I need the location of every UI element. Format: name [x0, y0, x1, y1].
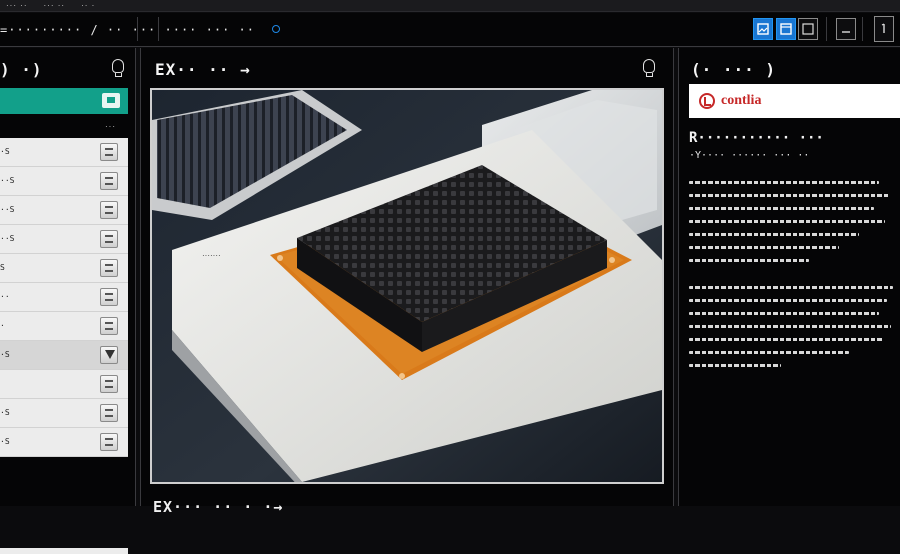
- window-button[interactable]: [798, 18, 818, 40]
- article-paragraph: [689, 286, 895, 377]
- divider: [158, 17, 159, 41]
- minimize-icon: [842, 31, 850, 33]
- article-subheading: ·Y···· ······ ··· ··: [689, 150, 810, 161]
- list-footer: [0, 548, 128, 554]
- left-panel-title: ) ·): [0, 60, 43, 79]
- divider: [862, 17, 863, 41]
- expand-icon[interactable]: [100, 346, 118, 364]
- list-item[interactable]: ·S: [0, 399, 128, 428]
- right-panel-title: (· ··· ): [691, 60, 777, 79]
- toolbar: =········· / ·· ··· ···· ··· ··: [0, 13, 900, 47]
- menu-icon[interactable]: [100, 433, 118, 451]
- board-marking: ·······: [202, 251, 221, 260]
- list-item[interactable]: ··S: [0, 196, 128, 225]
- brand-name: contlia: [721, 93, 762, 108]
- list-header: ···: [0, 120, 128, 134]
- list-item-label: ·S: [0, 147, 10, 156]
- menu-icon[interactable]: [100, 317, 118, 335]
- list-item-label: ·S: [0, 437, 10, 446]
- left-panel: ) ·) ··· ·S ··S ··S ··S S ·· · ·S ·S ·S: [0, 48, 136, 554]
- center-panel-title: EX·· ·· →: [155, 60, 251, 79]
- list-item[interactable]: S: [0, 254, 128, 283]
- maximize-button[interactable]: [874, 16, 894, 42]
- preview-image[interactable]: ·······: [150, 88, 664, 484]
- article-heading: R··········· ···: [689, 130, 824, 146]
- divider: [826, 17, 827, 41]
- brand-logo-icon: [699, 93, 715, 109]
- menu-icon[interactable]: [100, 172, 118, 190]
- list-item-label: ·S: [0, 408, 10, 417]
- list-item-label: ··: [0, 292, 10, 301]
- menu-icon[interactable]: [100, 375, 118, 393]
- lightbulb-icon[interactable]: [643, 59, 655, 77]
- folder-icon[interactable]: [102, 93, 120, 108]
- center-panel: EX·· ·· → ······· EX··· ·· · ·→: [140, 48, 674, 516]
- list-item-label: ··S: [0, 205, 15, 214]
- status-dot-icon[interactable]: [272, 25, 280, 33]
- list-header-label: ···: [105, 122, 116, 131]
- path-text: =········· / ·· ··· ···· ··· ··: [0, 23, 255, 37]
- list-item[interactable]: ·S: [0, 428, 128, 457]
- window-icon: [802, 23, 814, 35]
- panel-view-button[interactable]: [776, 18, 796, 40]
- menu-icon[interactable]: [100, 404, 118, 422]
- image-view-button[interactable]: [753, 18, 773, 40]
- list-item-label: ··S: [0, 176, 15, 185]
- menu-icon[interactable]: [100, 259, 118, 277]
- menu-icon[interactable]: [100, 230, 118, 248]
- panel-icon: [780, 23, 792, 35]
- menu-icon[interactable]: [100, 201, 118, 219]
- list-item[interactable]: ··S: [0, 225, 128, 254]
- menu-bar: ··· ·· ··· ·· ·· ·: [0, 0, 900, 12]
- list-item[interactable]: ··S: [0, 167, 128, 196]
- selected-category-bar[interactable]: [0, 88, 128, 114]
- article-paragraph: [689, 181, 895, 272]
- minimize-button[interactable]: [836, 18, 856, 40]
- menu-icon[interactable]: [100, 143, 118, 161]
- menu-item[interactable]: ··· ··: [44, 1, 66, 10]
- list-item[interactable]: ··: [0, 283, 128, 312]
- maximize-icon: [881, 23, 885, 33]
- list-item-label: S: [0, 263, 5, 272]
- list-item-label: ·S: [0, 350, 10, 359]
- list-item[interactable]: ·: [0, 312, 128, 341]
- circuit-board-photo: ·······: [152, 90, 662, 482]
- menu-item[interactable]: ··· ··: [6, 1, 28, 10]
- list-item[interactable]: [0, 370, 128, 399]
- brand-banner[interactable]: contlia: [689, 84, 900, 118]
- item-list: ·S ··S ··S ··S S ·· · ·S ·S ·S: [0, 138, 128, 457]
- list-item[interactable]: ·S: [0, 341, 128, 370]
- image-caption: EX··· ·· · ·→: [153, 498, 284, 516]
- list-item-label: ··S: [0, 234, 15, 243]
- divider: [137, 17, 138, 41]
- right-panel: (· ··· ) contlia R··········· ··· ·Y····…: [678, 48, 900, 506]
- list-item-label: ·: [0, 321, 5, 330]
- menu-icon[interactable]: [100, 288, 118, 306]
- lightbulb-icon[interactable]: [112, 59, 124, 77]
- menu-item[interactable]: ·· ·: [81, 1, 95, 10]
- image-icon: [757, 23, 769, 35]
- list-item[interactable]: ·S: [0, 138, 128, 167]
